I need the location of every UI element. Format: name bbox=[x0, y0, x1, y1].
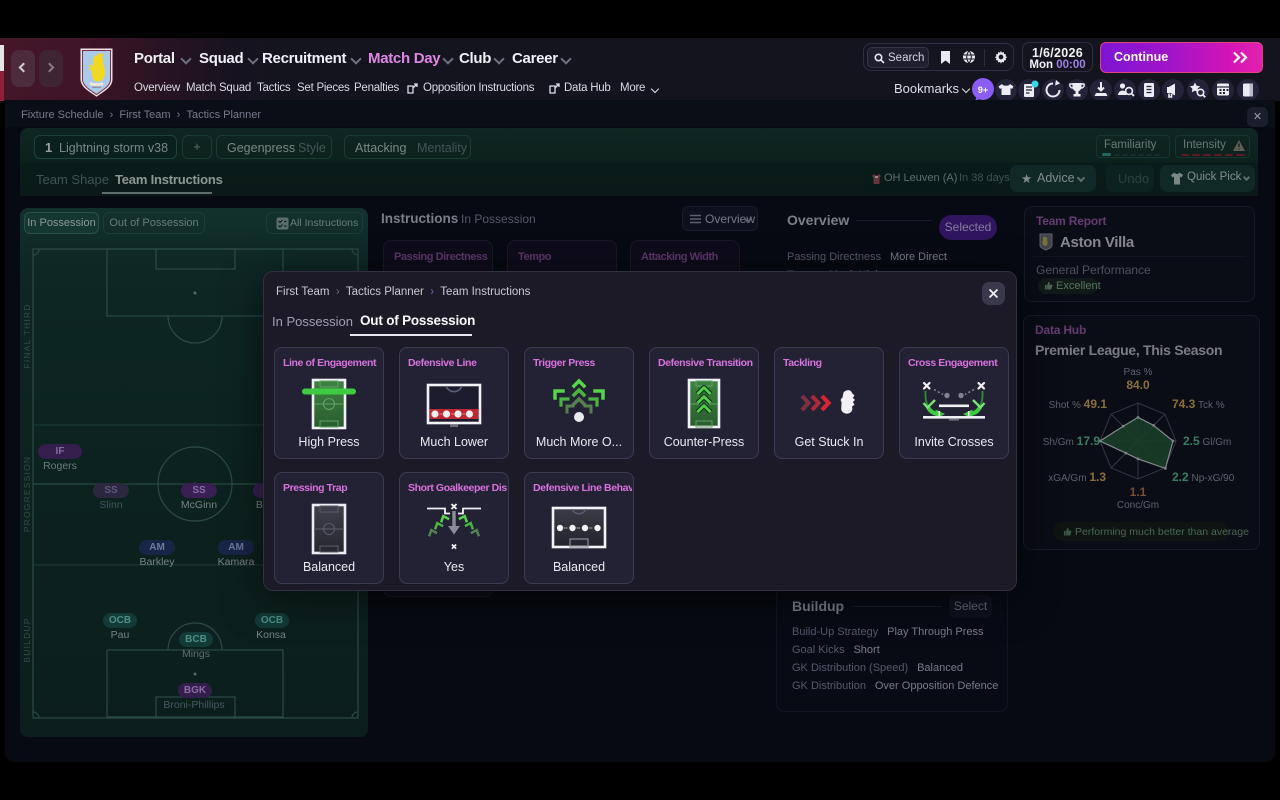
svg-text:9+: 9+ bbox=[978, 85, 988, 95]
